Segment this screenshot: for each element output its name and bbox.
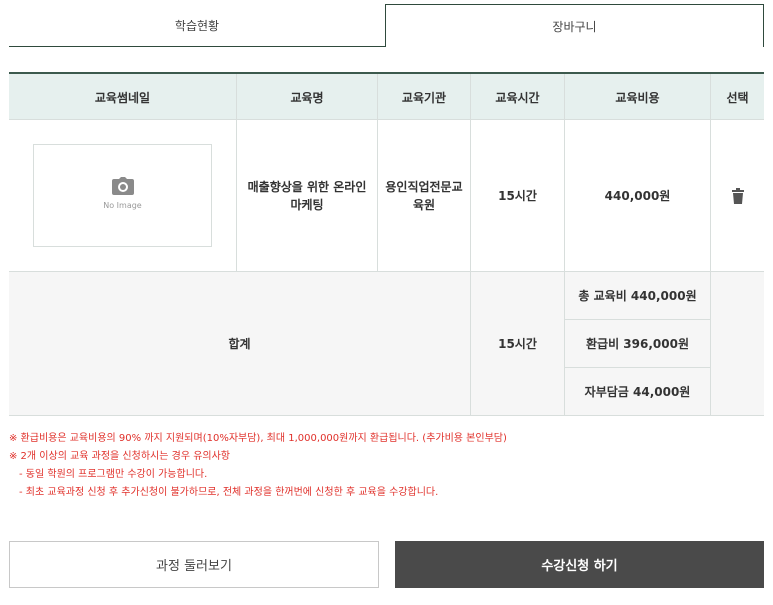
table-row: No Image 매출향상을 위한 온라인 마케팅 용인직업전문교육원 15시간…	[9, 120, 764, 272]
course-cost: 440,000원	[565, 120, 711, 271]
notice-line-2: ※ 2개 이상의 교육 과정을 신청하시는 경우 유의사항	[9, 451, 230, 462]
select-cell	[711, 120, 764, 271]
apply-course-button[interactable]: 수강신청 하기	[395, 541, 764, 588]
tab-bar: 학습현황 장바구니	[9, 4, 764, 47]
summary-total-cost: 총 교육비 440,000원	[565, 272, 711, 320]
summary-label: 합계	[9, 272, 471, 415]
summary-refund: 환급비 396,000원	[565, 320, 711, 368]
summary-self-pay: 자부담금 44,000원	[565, 368, 711, 415]
tab-learning-status[interactable]: 학습현황	[9, 4, 385, 47]
notice-line-3: - 동일 학원의 프로그램만 수강이 가능합니다.	[19, 469, 208, 480]
notice-text: ※ 환급비용은 교육비용의 90% 까지 지원되며(10%자부담), 최대 1,…	[9, 430, 764, 502]
header-institution: 교육기관	[378, 74, 471, 120]
trash-icon[interactable]	[731, 187, 744, 204]
header-select: 선택	[726, 90, 749, 105]
notice-line-4: - 최초 교육과정 신청 후 추가신청이 불가하므로, 전체 과정을 한꺼번에 …	[19, 487, 439, 498]
browse-courses-button[interactable]: 과정 둘러보기	[9, 541, 379, 588]
header-thumbnail: 교육썸네일	[9, 74, 237, 120]
course-thumbnail: No Image	[33, 144, 212, 247]
thumbnail-cell: No Image	[9, 120, 237, 271]
notice-line-1: ※ 환급비용은 교육비용의 90% 까지 지원되며(10%자부담), 최대 1,…	[9, 433, 507, 444]
institution-name: 용인직업전문교육원	[378, 120, 471, 271]
summary-blank-cell	[711, 272, 764, 415]
header-hours: 교육시간	[471, 74, 565, 120]
course-hours: 15시간	[471, 120, 565, 271]
header-cost: 교육비용	[565, 74, 711, 120]
camera-icon	[111, 176, 134, 195]
no-image-label: No Image	[103, 200, 142, 210]
summary-row: 합계 15시간 총 교육비 440,000원 환급비 396,000원 자부담금…	[9, 272, 764, 416]
summary-hours: 15시간	[471, 272, 565, 415]
tab-cart[interactable]: 장바구니	[385, 4, 764, 47]
cart-table: 교육썸네일 교육명 교육기관 교육시간 교육비용 선택 No Image 매출향…	[9, 72, 764, 416]
table-header: 교육썸네일 교육명 교육기관 교육시간 교육비용 선택	[9, 72, 764, 120]
header-course-name: 교육명	[237, 74, 378, 120]
course-name: 매출향상을 위한 온라인 마케팅	[237, 120, 378, 271]
